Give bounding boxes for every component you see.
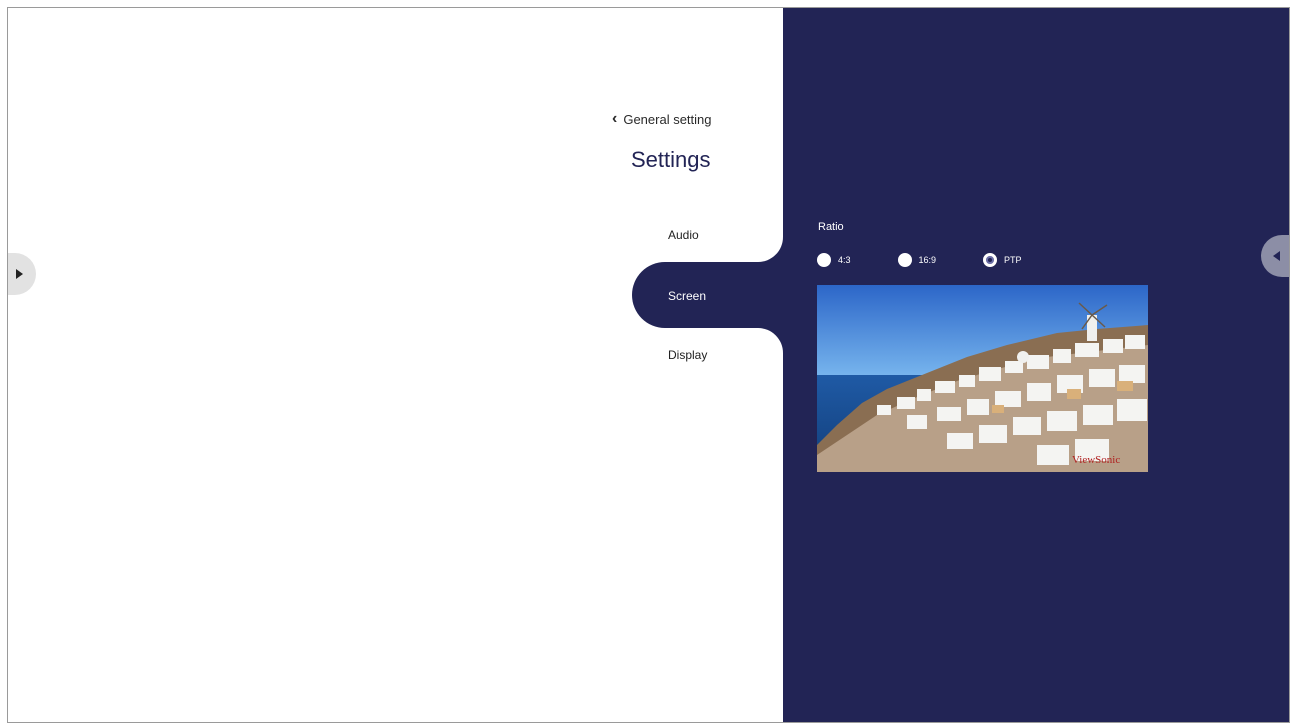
radio-dot	[817, 253, 831, 267]
svg-text:ViewSonic: ViewSonic	[1072, 454, 1120, 466]
ratio-label: Ratio	[818, 221, 844, 233]
ratio-option-label: 4:3	[838, 255, 851, 265]
back-arrow-icon	[1273, 251, 1280, 261]
radio-dot-selected	[983, 253, 998, 267]
ratio-option-16-9[interactable]: 16:9	[897, 253, 937, 267]
tab-curve-bottom	[758, 328, 783, 368]
left-panel-toggle[interactable]	[8, 253, 36, 295]
back-to-general-setting[interactable]: ‹ General setting	[612, 111, 712, 127]
nav-item-screen-label: Screen	[668, 289, 707, 303]
chevron-left-icon: ‹	[612, 110, 618, 127]
ratio-option-label: PTP	[1004, 255, 1022, 265]
ratio-option-4-3[interactable]: 4:3	[817, 253, 851, 267]
tab-curve-top	[758, 222, 783, 262]
ratio-option-label: 16:9	[918, 255, 937, 265]
coastal-village-illustration: ViewSonic	[817, 285, 1148, 472]
nav-item-audio[interactable]: Audio	[668, 228, 699, 242]
back-label: General setting	[623, 111, 712, 127]
screen-preview-image: ViewSonic	[817, 285, 1148, 472]
page-title: Settings	[631, 147, 711, 172]
settings-window: ‹ General setting Settings Audio Screen …	[7, 7, 1290, 723]
nav-item-display[interactable]: Display	[668, 348, 707, 362]
ratio-option-ptp[interactable]: PTP	[983, 253, 1022, 267]
radio-dot	[897, 253, 912, 267]
ratio-radio-group: 4:3 16:9 PTP	[817, 253, 1022, 267]
nav-item-screen[interactable]: Screen	[632, 262, 802, 328]
play-arrow-icon	[16, 269, 23, 279]
